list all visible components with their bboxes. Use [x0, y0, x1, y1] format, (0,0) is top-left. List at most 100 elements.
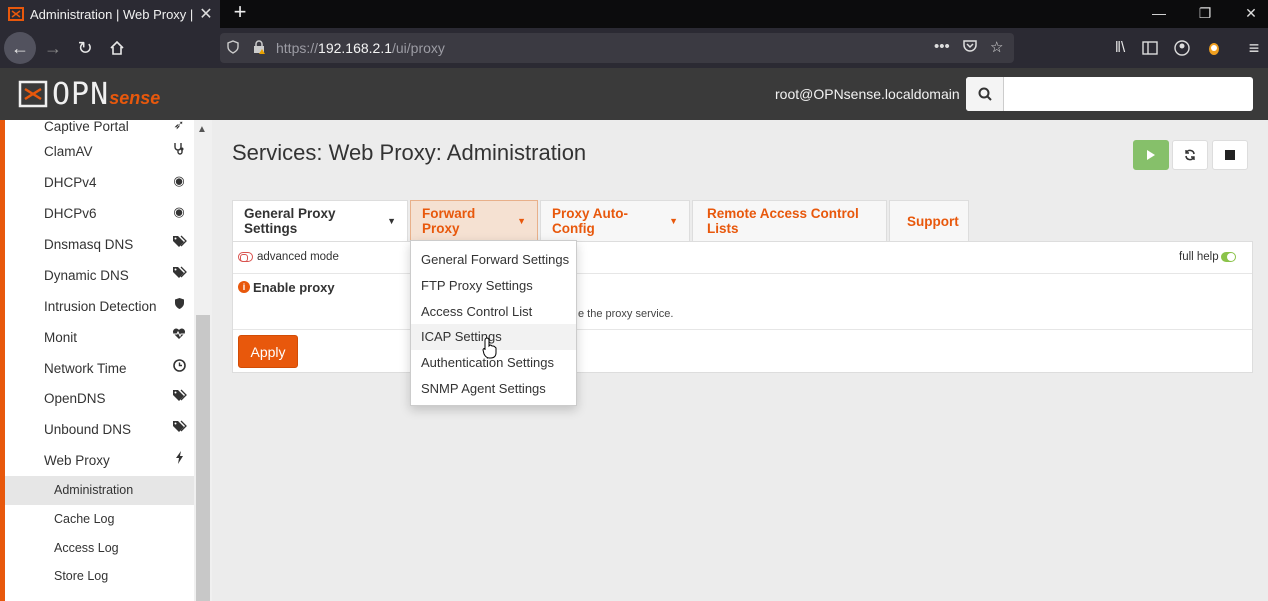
- menu-item-general-forward-settings[interactable]: General Forward Settings: [411, 247, 576, 273]
- forward-icon[interactable]: →: [37, 32, 69, 64]
- caret-down-icon: ▼: [387, 216, 396, 226]
- tab-label: General Proxy Settings: [244, 206, 336, 236]
- browser-tab[interactable]: Administration | Web Proxy | Se ✕: [0, 0, 220, 28]
- sidebar-item-label: OpenDNS: [44, 391, 106, 406]
- restart-service-button[interactable]: [1172, 140, 1208, 170]
- close-tab-icon[interactable]: ✕: [196, 4, 216, 24]
- shield-icon[interactable]: [220, 39, 246, 57]
- sidebar-subitem-administration[interactable]: Administration: [5, 476, 194, 505]
- window-close-icon[interactable]: ✕: [1228, 0, 1268, 28]
- sidebar-toggle-icon[interactable]: [1134, 32, 1166, 64]
- extension-icon[interactable]: [1198, 32, 1230, 64]
- search-icon[interactable]: [966, 77, 1004, 111]
- tags-icon: [171, 420, 187, 436]
- sidebar-item-dnsmasq-dns[interactable]: Dnsmasq DNS: [5, 230, 194, 260]
- minimize-icon[interactable]: —: [1136, 0, 1182, 28]
- sidebar-item-dynamic-dns[interactable]: Dynamic DNS: [5, 261, 194, 291]
- stop-icon: [1225, 150, 1235, 160]
- pocket-icon[interactable]: [962, 38, 978, 58]
- advanced-mode-toggle[interactable]: [238, 252, 253, 262]
- enable-proxy-row: i Enable proxy e the proxy service.: [233, 274, 1252, 330]
- clock-icon: [171, 359, 187, 375]
- sidebar-item-label: DHCPv4: [44, 175, 97, 190]
- url-path: /ui/proxy: [392, 40, 445, 56]
- sidebar-item-intrusion-detection[interactable]: Intrusion Detection: [5, 292, 194, 322]
- bolt-icon: [171, 451, 187, 467]
- tab-general-proxy-settings[interactable]: General Proxy Settings ▼: [232, 200, 408, 241]
- tags-icon: [171, 235, 187, 251]
- sidebar-item-label: Dnsmasq DNS: [44, 237, 134, 252]
- menu-item-access-control-list[interactable]: Access Control List: [411, 299, 576, 325]
- sidebar-item-label: Unbound DNS: [44, 422, 132, 437]
- tags-icon: [171, 389, 187, 405]
- tab-remote-access-control-lists[interactable]: Remote Access Control Lists: [692, 200, 887, 241]
- opnsense-logo-icon: [18, 80, 48, 108]
- sidebar-subitem-cache-log[interactable]: Cache Log: [5, 505, 194, 534]
- restore-icon[interactable]: ❐: [1182, 0, 1228, 28]
- full-help-label: full help: [1179, 251, 1219, 263]
- sidebar-item-dhcpv6[interactable]: DHCPv6 ◉: [5, 199, 194, 229]
- tab-support[interactable]: Support: [889, 200, 969, 241]
- enable-proxy-label: Enable proxy: [253, 280, 335, 295]
- sidebar-item-unbound-dns[interactable]: Unbound DNS: [5, 415, 194, 445]
- more-actions-icon[interactable]: •••: [934, 38, 950, 55]
- advanced-mode-label: advanced mode: [257, 251, 339, 263]
- forward-proxy-dropdown: General Forward Settings FTP Proxy Setti…: [410, 240, 577, 406]
- sidebar-subitem-label: Store Log: [54, 569, 109, 583]
- sidebar-item-label: Network Time: [44, 361, 127, 376]
- tab-label: Proxy Auto-Config: [552, 206, 629, 236]
- url-text: https://192.168.2.1/ui/proxy: [276, 40, 445, 56]
- settings-panel: advanced mode full help i Enable proxy e…: [232, 241, 1253, 373]
- sidebar-subitem-store-log[interactable]: Store Log: [5, 562, 194, 591]
- sidebar-item-label: Dynamic DNS: [44, 268, 129, 283]
- menu-icon[interactable]: ≡: [1238, 32, 1268, 64]
- reload-icon[interactable]: ↻: [69, 32, 101, 64]
- scroll-up-icon[interactable]: ▲: [197, 124, 207, 135]
- tab-forward-proxy[interactable]: Forward Proxy ▼: [410, 200, 538, 241]
- library-icon[interactable]: ‖\: [1104, 32, 1136, 64]
- tab-proxy-auto-config[interactable]: Proxy Auto-Config ▼: [540, 200, 690, 241]
- panel-toolbar: advanced mode full help: [233, 242, 1252, 274]
- apply-button[interactable]: Apply: [238, 335, 298, 368]
- menu-item-snmp-agent-settings[interactable]: SNMP Agent Settings: [411, 376, 576, 402]
- info-icon[interactable]: i: [238, 281, 250, 293]
- home-icon[interactable]: [101, 32, 133, 64]
- sidebar-item-network-time[interactable]: Network Time: [5, 354, 194, 384]
- sidebar-item-monit[interactable]: Monit: [5, 323, 194, 353]
- lock-warning-icon[interactable]: [246, 39, 272, 57]
- browser-nav-bar: ← → ↻ https://192.168.2.1/ui/proxy ••• ☆…: [0, 28, 1268, 68]
- new-tab-icon[interactable]: +: [230, 0, 250, 28]
- enable-proxy-help: e the proxy service.: [578, 308, 674, 320]
- sidebar-subitem-access-log[interactable]: Access Log: [5, 534, 194, 563]
- start-service-button[interactable]: [1133, 140, 1169, 170]
- tags-icon: [171, 266, 187, 282]
- menu-item-ftp-proxy-settings[interactable]: FTP Proxy Settings: [411, 273, 576, 299]
- bookmark-star-icon[interactable]: ☆: [990, 38, 1003, 56]
- opnsense-logo[interactable]: OPN sense: [18, 77, 160, 112]
- heartbeat-icon: [171, 328, 187, 344]
- hand-cursor-icon: [482, 337, 497, 359]
- tab-label: Forward Proxy: [422, 206, 476, 236]
- sidebar-item-web-proxy[interactable]: Web Proxy: [5, 446, 194, 476]
- back-icon[interactable]: ←: [4, 32, 36, 64]
- account-icon[interactable]: [1166, 32, 1198, 64]
- bullseye-icon: ◉: [173, 204, 185, 219]
- tab-label: Support: [907, 213, 959, 229]
- sidebar-item-dhcpv4[interactable]: DHCPv4 ◉: [5, 168, 194, 198]
- stethoscope-icon: [171, 142, 187, 158]
- url-host: 192.168.2.1: [318, 40, 392, 56]
- sidebar-item-opendns[interactable]: OpenDNS: [5, 384, 194, 414]
- caret-down-icon: ▼: [669, 216, 678, 226]
- sidebar-item-clamav[interactable]: ClamAV: [5, 137, 194, 167]
- sidebar-item-label: DHCPv6: [44, 206, 97, 221]
- scrollbar-thumb[interactable]: [196, 315, 210, 601]
- send-icon: ➶: [173, 120, 185, 132]
- page-title: Services: Web Proxy: Administration: [232, 140, 587, 165]
- play-icon: [1147, 150, 1155, 160]
- sidebar-scrollbar[interactable]: ▲: [194, 120, 212, 601]
- full-help-toggle[interactable]: [1221, 252, 1236, 262]
- user-account[interactable]: root@OPNsense.localdomain: [775, 86, 960, 102]
- search-input[interactable]: [966, 77, 1253, 111]
- url-bar[interactable]: https://192.168.2.1/ui/proxy ••• ☆: [220, 33, 1014, 63]
- stop-service-button[interactable]: [1212, 140, 1248, 170]
